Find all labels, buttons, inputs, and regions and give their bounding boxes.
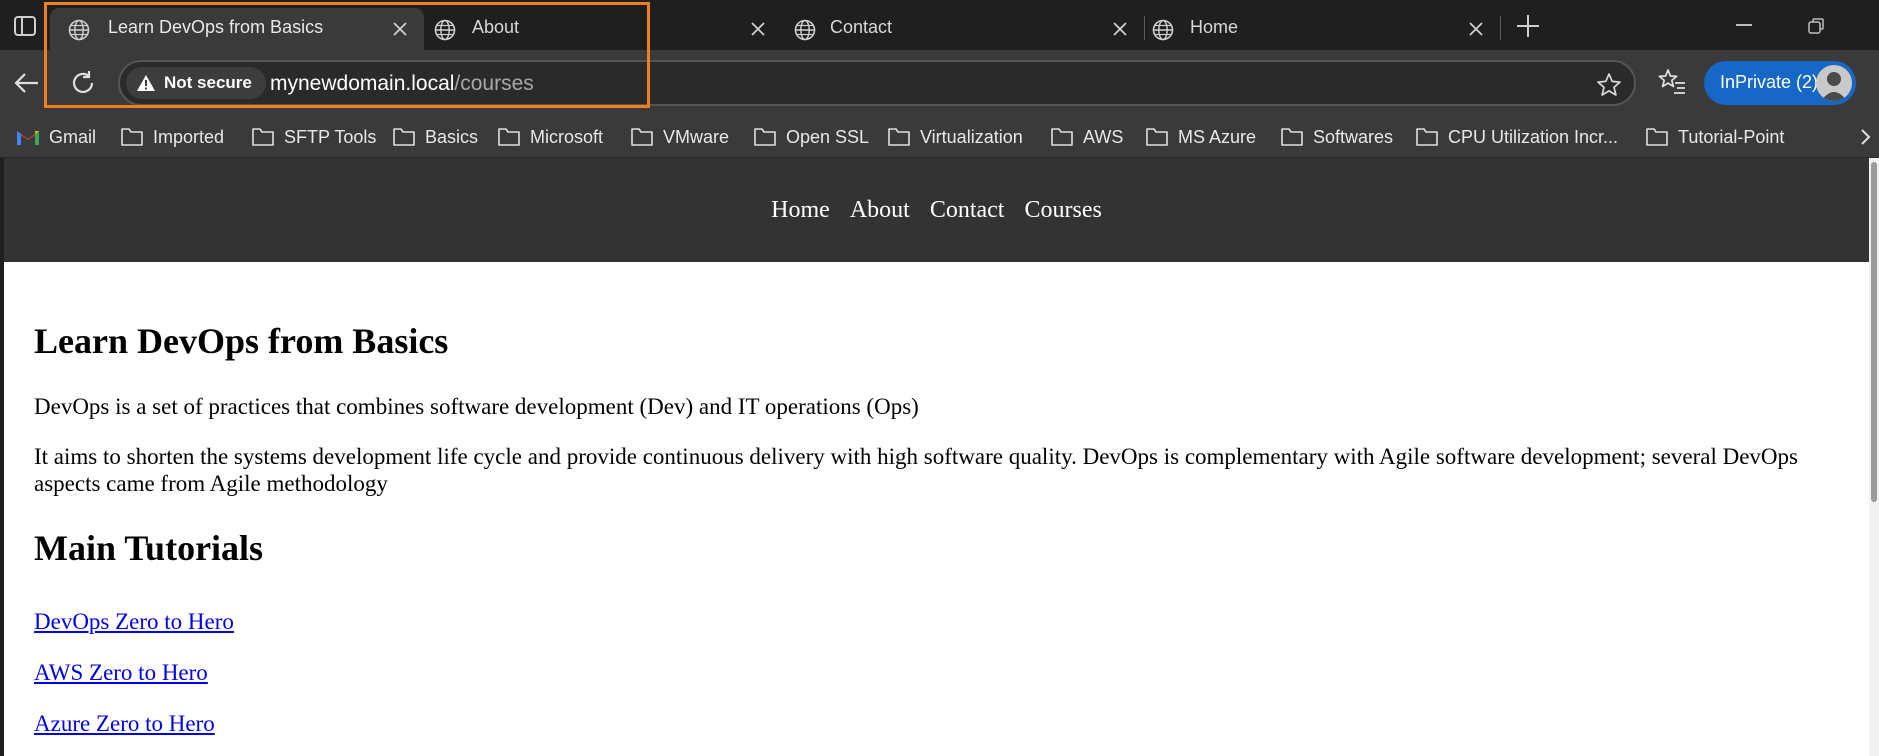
bookmark-folder[interactable]: CPU Utilization Incr...: [1415, 122, 1618, 152]
minimize-icon[interactable]: [1736, 24, 1752, 26]
section-heading: Main Tutorials: [34, 528, 264, 568]
bookmark-label: Softwares: [1313, 126, 1394, 147]
folder-icon: [888, 128, 910, 146]
folder-icon: [393, 128, 415, 146]
tab-separator: [1144, 16, 1145, 40]
new-tab-icon[interactable]: [1514, 12, 1542, 40]
folder-icon: [631, 128, 653, 146]
bookmark-folder[interactable]: Virtualization: [887, 122, 1023, 152]
bookmark-label: Microsoft: [530, 126, 604, 147]
bookmark-folder[interactable]: Imported: [120, 122, 224, 152]
nav-link-about[interactable]: About: [850, 197, 910, 224]
tab-contact[interactable]: Contact: [784, 8, 1142, 50]
favorite-star-icon[interactable]: [1596, 72, 1622, 98]
folder-icon: [121, 128, 143, 146]
nav-link-contact[interactable]: Contact: [930, 197, 1005, 224]
page-viewport: Home About Contact Courses Learn DevOps …: [4, 158, 1869, 756]
tutorial-link-aws[interactable]: AWS Zero to Hero: [34, 660, 208, 686]
folder-icon: [1146, 128, 1168, 146]
bookmark-label: Gmail: [49, 126, 97, 147]
bookmark-label: MS Azure: [1178, 126, 1257, 147]
bookmark-folder[interactable]: SFTP Tools: [251, 122, 376, 152]
bookmark-folder[interactable]: AWS: [1050, 122, 1123, 152]
globe-icon: [794, 19, 816, 41]
favorites-icon[interactable]: [1657, 67, 1687, 97]
tutorial-link-devops[interactable]: DevOps Zero to Hero: [34, 609, 234, 635]
globe-icon: [1152, 19, 1174, 41]
avatar: [1816, 65, 1852, 101]
tab-title: Contact: [830, 17, 893, 37]
folder-icon: [1281, 128, 1303, 146]
folder-icon: [1416, 128, 1438, 146]
folder-icon: [498, 128, 520, 146]
back-arrow-icon[interactable]: [12, 68, 42, 98]
close-icon[interactable]: [748, 19, 768, 39]
folder-icon: [1051, 128, 1073, 146]
gmail-icon: [17, 131, 39, 145]
bookmark-label: Basics: [425, 126, 479, 147]
tab-home[interactable]: Home: [1146, 8, 1502, 50]
scrollbar-thumb[interactable]: [1871, 162, 1877, 502]
bookmark-folder[interactable]: MS Azure: [1145, 122, 1256, 152]
bookmark-label: Imported: [153, 126, 225, 147]
bookmark-label: SFTP Tools: [284, 126, 377, 147]
bookmark-label: AWS: [1083, 126, 1124, 147]
tutorial-link-azure[interactable]: Azure Zero to Hero: [34, 711, 215, 737]
page-title: Learn DevOps from Basics: [34, 321, 449, 361]
bookmarks-bar: Gmail Imported SFTP Tools Basics Microso…: [0, 116, 1879, 158]
close-icon[interactable]: [1466, 19, 1486, 39]
user-icon: [1821, 72, 1847, 101]
annotation-highlight-box: [44, 2, 650, 108]
bookmark-label: VMware: [663, 126, 730, 147]
site-nav: Home About Contact Courses: [4, 158, 1869, 262]
intro-paragraph: DevOps is a set of practices that combin…: [34, 394, 919, 419]
tab-separator: [1500, 16, 1501, 40]
description-paragraph: It aims to shorten the systems developme…: [34, 444, 1798, 496]
tab-title: Home: [1190, 17, 1239, 37]
chevron-right-icon[interactable]: [1856, 126, 1874, 148]
tab-actions-icon[interactable]: [14, 16, 36, 36]
bookmark-label: Tutorial-Point: [1678, 126, 1785, 147]
bookmark-folder[interactable]: Basics: [392, 122, 478, 152]
inprivate-profile-button[interactable]: InPrivate (2): [1704, 61, 1856, 105]
restore-icon[interactable]: [1808, 18, 1824, 34]
nav-link-courses[interactable]: Courses: [1024, 197, 1101, 224]
folder-icon: [1646, 128, 1668, 146]
bookmark-folder[interactable]: VMware: [630, 122, 729, 152]
bookmark-label: CPU Utilization Incr...: [1448, 126, 1619, 147]
folder-icon: [252, 128, 274, 146]
inprivate-label: InPrivate (2): [1720, 72, 1819, 92]
bookmark-label: Virtualization: [920, 126, 1023, 147]
bookmark-gmail[interactable]: Gmail: [16, 122, 96, 152]
folder-icon: [754, 128, 776, 146]
bookmark-folder[interactable]: Microsoft: [497, 122, 603, 152]
close-icon[interactable]: [1110, 19, 1130, 39]
bookmark-folder[interactable]: Softwares: [1280, 122, 1393, 152]
nav-link-home[interactable]: Home: [771, 197, 830, 224]
bookmark-label: Open SSL: [786, 126, 870, 147]
bookmark-folder[interactable]: Open SSL: [753, 122, 869, 152]
bookmark-folder[interactable]: Tutorial-Point: [1645, 122, 1784, 152]
